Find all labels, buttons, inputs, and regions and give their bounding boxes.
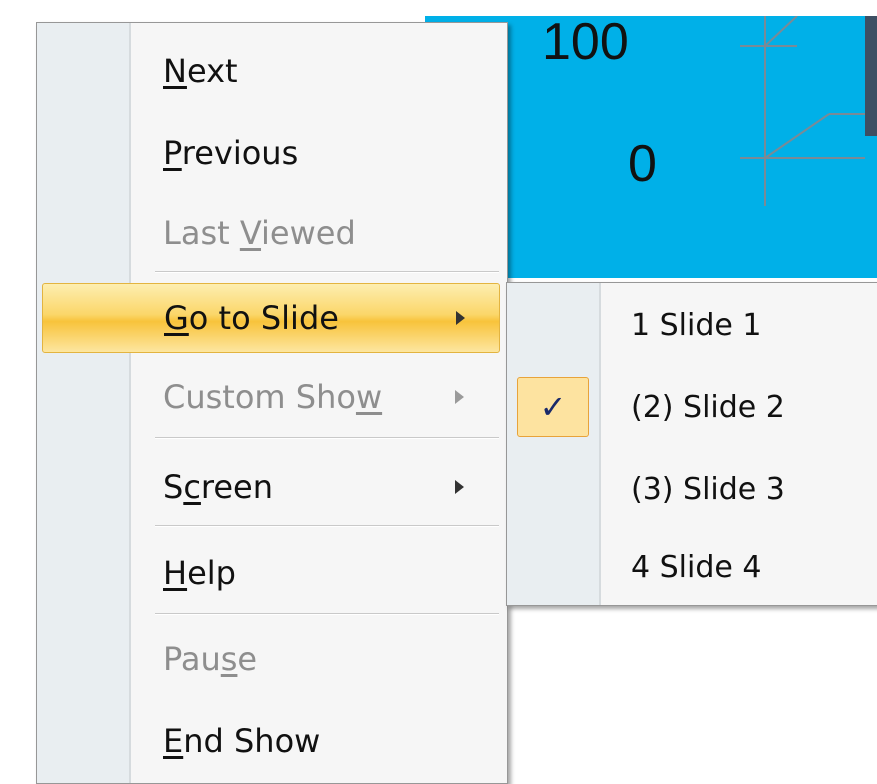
checkmark-icon: ✓	[517, 377, 589, 437]
menu-item-screen[interactable]: Screen	[37, 451, 507, 523]
menu-item-label: Last Viewed	[163, 214, 356, 252]
menu-item-help[interactable]: Help	[37, 537, 507, 609]
menu-item-label: Help	[163, 554, 236, 592]
submenu-item-slide-4[interactable]: 4 Slide 4	[507, 535, 877, 599]
submenu-arrow-icon	[455, 480, 464, 494]
access-key: E	[163, 722, 184, 760]
slide-shape	[865, 16, 877, 136]
menu-item-pause: Pause	[37, 623, 507, 695]
access-key: s	[220, 640, 238, 678]
access-key: w	[355, 378, 383, 416]
access-key: G	[164, 299, 189, 337]
menu-item-label: Custom Show	[163, 378, 383, 416]
menu-separator	[155, 271, 499, 273]
submenu-arrow-icon	[456, 311, 465, 325]
submenu-item-label: 4 Slide 4	[631, 549, 762, 585]
menu-item-label: Pause	[163, 640, 258, 678]
submenu-item-slide-1[interactable]: 1 Slide 1	[507, 293, 877, 357]
access-key: V	[239, 214, 262, 252]
menu-item-last-viewed: Last Viewed	[37, 197, 507, 269]
access-key: H	[163, 554, 188, 592]
submenu-item-slide-2[interactable]: ✓ (2) Slide 2	[507, 375, 877, 439]
menu-item-custom-show: Custom Show	[37, 361, 507, 433]
menu-separator	[155, 525, 499, 527]
access-key: P	[163, 134, 182, 172]
menu-item-label: End Show	[163, 722, 321, 760]
menu-item-go-to-slide[interactable]: Go to Slide	[42, 283, 500, 353]
submenu-item-label: 1 Slide 1	[631, 307, 762, 343]
access-key: N	[163, 52, 187, 90]
slide-value-top: 100	[542, 13, 629, 71]
go-to-slide-submenu: 1 Slide 1 ✓ (2) Slide 2 (3) Slide 3 4 Sl…	[506, 282, 877, 606]
context-menu: Next Previous Last Viewed Go to Slide Cu…	[36, 22, 508, 784]
menu-item-label: Previous	[163, 134, 299, 172]
submenu-arrow-icon	[455, 390, 464, 404]
label-rest: ext	[186, 52, 238, 90]
menu-item-label: Next	[163, 52, 238, 90]
submenu-item-slide-3[interactable]: (3) Slide 3	[507, 457, 877, 521]
menu-separator	[155, 437, 499, 439]
menu-separator	[155, 613, 499, 615]
menu-item-label: Go to Slide	[164, 299, 339, 337]
menu-item-previous[interactable]: Previous	[37, 117, 507, 189]
menu-item-next[interactable]: Next	[37, 35, 507, 107]
access-key: c	[183, 468, 201, 506]
submenu-item-label: (2) Slide 2	[631, 389, 785, 425]
menu-item-end-show[interactable]: End Show	[37, 705, 507, 777]
menu-item-label: Screen	[163, 468, 274, 506]
slide-value-bottom: 0	[628, 135, 657, 193]
submenu-item-label: (3) Slide 3	[631, 471, 785, 507]
